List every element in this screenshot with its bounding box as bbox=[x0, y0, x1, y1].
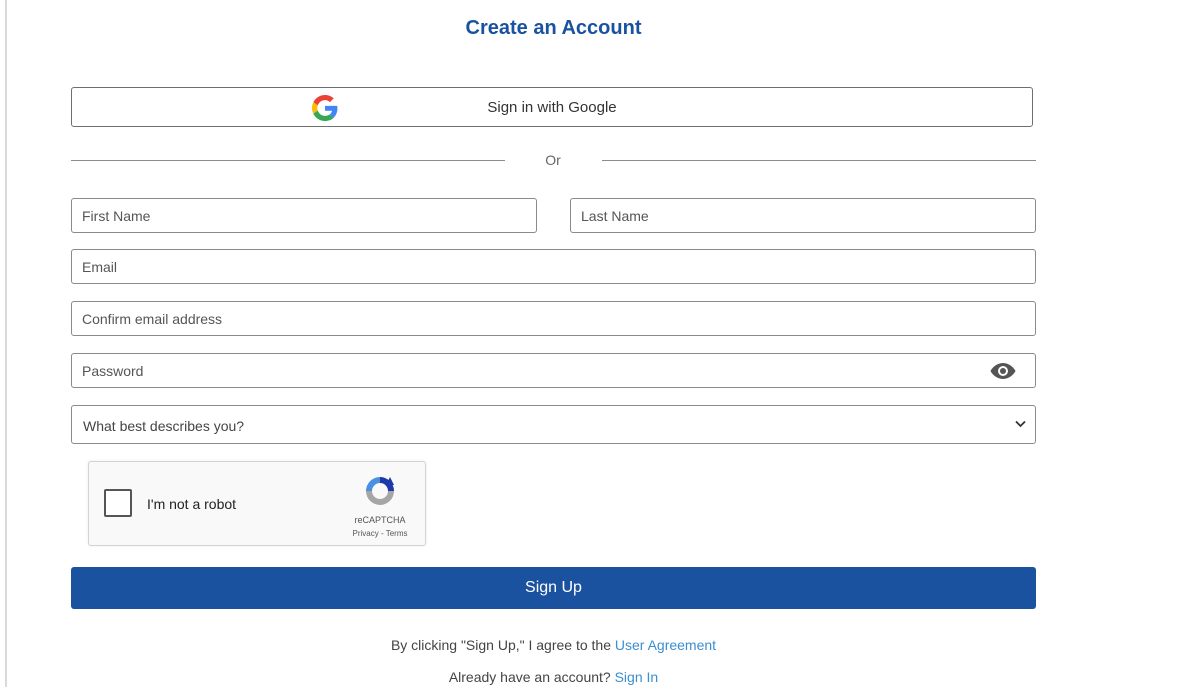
recaptcha-checkbox[interactable] bbox=[104, 489, 132, 517]
recaptcha-privacy-link[interactable]: Privacy bbox=[353, 529, 379, 538]
signin-prefix: Already have an account? bbox=[448, 669, 615, 685]
recaptcha-terms-link[interactable]: Terms bbox=[386, 529, 408, 538]
divider-line-right bbox=[602, 160, 1036, 161]
or-label: Or bbox=[545, 152, 561, 168]
role-select[interactable]: What best describes you? bbox=[71, 405, 1036, 444]
signin-text: Already have an account? Sign In bbox=[0, 669, 1107, 685]
page-title: Create an Account bbox=[465, 17, 642, 39]
sign-up-button[interactable]: Sign Up bbox=[71, 567, 1036, 609]
google-signin-button[interactable]: Sign in with Google bbox=[71, 87, 1033, 127]
first-name-input[interactable] bbox=[71, 198, 537, 233]
chevron-down-icon bbox=[1015, 420, 1026, 428]
eye-icon[interactable] bbox=[989, 360, 1017, 382]
recaptcha-link-separator: - bbox=[378, 529, 386, 538]
recaptcha-brand: reCAPTCHA bbox=[354, 515, 406, 525]
recaptcha-widget: I'm not a robot reCAPTCHA Privacy - Term… bbox=[88, 461, 426, 546]
password-input[interactable] bbox=[71, 353, 1036, 388]
agreement-prefix: By clicking "Sign Up," I agree to the bbox=[390, 637, 615, 653]
recaptcha-icon bbox=[366, 477, 394, 505]
google-signin-label: Sign in with Google bbox=[487, 99, 617, 116]
recaptcha-label: I'm not a robot bbox=[147, 496, 237, 512]
recaptcha-links: Privacy - Terms bbox=[345, 529, 415, 538]
agreement-text: By clicking "Sign Up," I agree to the Us… bbox=[0, 637, 1107, 653]
user-agreement-link[interactable]: User Agreement bbox=[615, 637, 716, 653]
or-divider: Or bbox=[71, 150, 1036, 170]
role-select-value: What best describes you? bbox=[83, 418, 245, 434]
last-name-input[interactable] bbox=[570, 198, 1036, 233]
divider-line-left bbox=[71, 160, 505, 161]
sign-in-link[interactable]: Sign In bbox=[615, 669, 659, 685]
confirm-email-input[interactable] bbox=[71, 301, 1036, 336]
email-input[interactable] bbox=[71, 249, 1036, 284]
left-border bbox=[5, 0, 7, 687]
